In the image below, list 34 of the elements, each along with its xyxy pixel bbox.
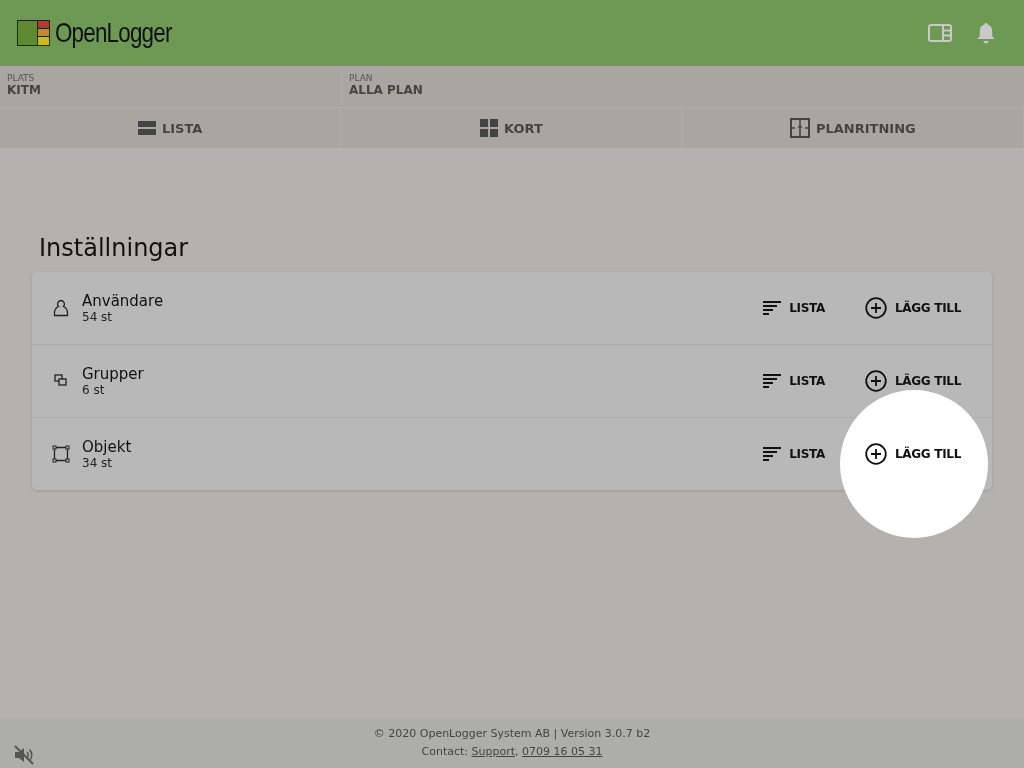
add-button[interactable]: LÄGG TILL (860, 364, 965, 398)
add-button[interactable]: LÄGG TILL (860, 437, 965, 471)
panel-layout-icon[interactable] (928, 24, 952, 42)
filter-selector[interactable]: PLATS KITM (0, 66, 342, 107)
contact-label: Contact: (421, 744, 468, 760)
floorplan-icon (789, 118, 810, 138)
list-icon (137, 121, 156, 135)
separator-text: , (515, 744, 519, 760)
phone-link[interactable]: 0709 16 05 31 (522, 743, 603, 761)
item-count: 54 st (82, 310, 114, 324)
bounding-box-icon (50, 445, 72, 463)
plus-circle-icon (864, 297, 887, 319)
support-link[interactable]: Support (471, 743, 515, 761)
filter-selector[interactable]: PLAN ALLA PLAN (342, 66, 684, 107)
plus-circle-icon (864, 370, 887, 392)
sort-lines-icon (763, 446, 782, 462)
item-count: 6 st (82, 383, 106, 397)
category-name: Grupper (82, 365, 145, 383)
copyright-text: © 2020 OpenLogger System AB | Version 3.0.7 b2 (373, 726, 651, 742)
list-button[interactable]: LISTA (759, 294, 829, 322)
logo-text: OpenLogger (55, 17, 172, 49)
sort-lines-icon (763, 373, 782, 389)
page-title: Inställningar (39, 234, 190, 262)
sort-lines-icon (763, 300, 782, 316)
category-name: Objekt (82, 438, 133, 456)
muted-speaker-icon[interactable] (13, 745, 35, 765)
list-button[interactable]: LISTA (759, 440, 829, 468)
logo-icon (17, 20, 51, 46)
list-button[interactable]: LISTA (759, 367, 829, 395)
item-count: 34 st (82, 456, 114, 470)
add-button[interactable]: LÄGG TILL (860, 291, 965, 325)
category-name: Användare (82, 292, 165, 310)
grid-icon (480, 119, 499, 137)
plus-circle-icon (864, 443, 887, 465)
